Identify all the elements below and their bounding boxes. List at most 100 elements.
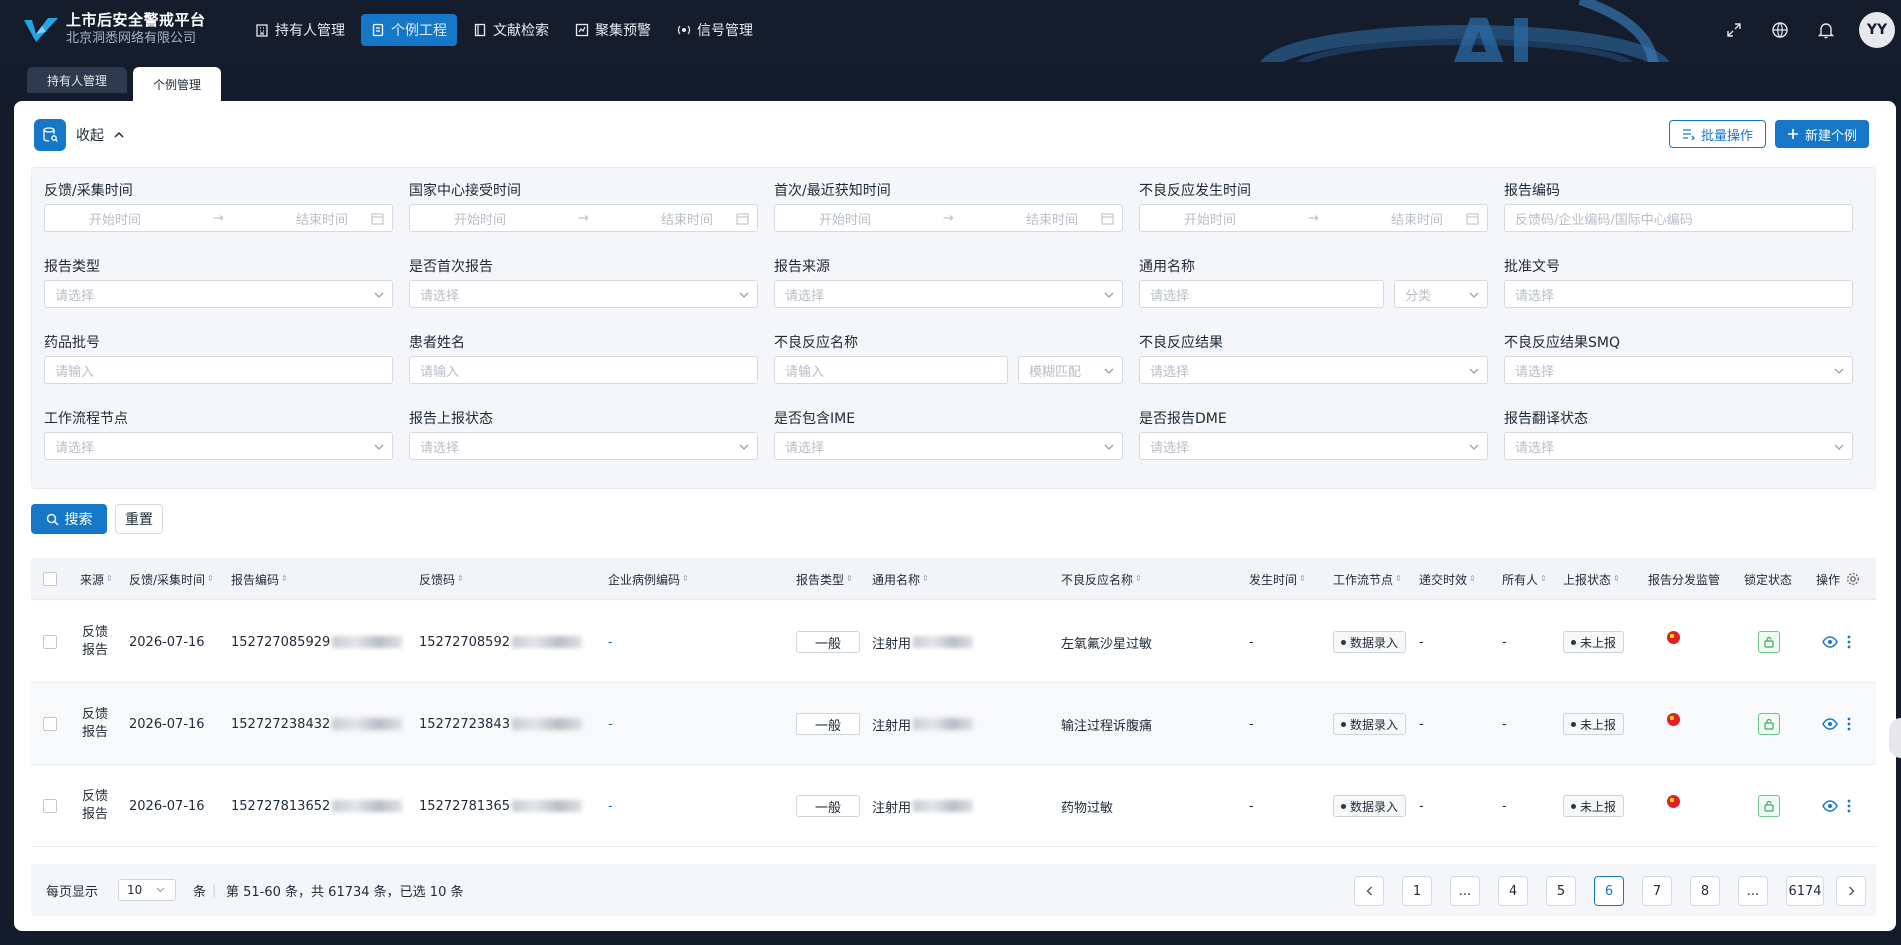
match-mode-select[interactable]: 模糊匹配 <box>1018 356 1123 384</box>
row-checkbox[interactable] <box>43 683 57 765</box>
report-status-select[interactable]: 请选择 <box>409 432 758 460</box>
report-code-input[interactable]: 反馈码/企业编码/国际中心编码 <box>1504 204 1853 232</box>
page-button[interactable]: 7 <box>1642 876 1672 906</box>
report-type-select[interactable]: 请选择 <box>44 280 393 308</box>
col-timeliness[interactable]: 递交时效 ⇕ <box>1419 558 1476 600</box>
bell-icon[interactable] <box>1813 17 1839 43</box>
filter-label: 不良反应结果SMQ <box>1504 335 1620 351</box>
table-row[interactable]: 反馈报告 2026-07-16 152727813652 15272781365 - 一般… <box>31 765 1876 847</box>
col-owner[interactable]: 所有人 ⇕ <box>1502 558 1547 600</box>
page-button[interactable]: 5 <box>1546 876 1576 906</box>
nav-item-cluster-alert[interactable]: 聚集预警 <box>565 14 661 46</box>
page-button[interactable]: 8 <box>1690 876 1720 906</box>
patient-name-input[interactable]: 请输入 <box>409 356 758 384</box>
table-row[interactable]: 反馈报告 2026-07-16 152727238432 15272723843 - 一般… <box>31 683 1876 765</box>
unlock-icon[interactable] <box>1758 713 1780 735</box>
filter-contains-ime: 是否包含IME 请选择 <box>774 408 1123 460</box>
fullscreen-icon[interactable] <box>1721 17 1747 43</box>
date-range-input[interactable]: 开始时间 → 结束时间 <box>44 204 393 232</box>
cell: 一般 <box>796 601 860 683</box>
col-status[interactable]: 上报状态 ⇕ <box>1563 558 1620 600</box>
category-select[interactable]: 分类 <box>1394 280 1488 308</box>
adr-name-input[interactable]: 请输入 <box>774 356 1008 384</box>
nav-item-literature[interactable]: 文献检索 <box>463 14 559 46</box>
page-ellipsis[interactable]: ... <box>1738 876 1768 906</box>
date-range-input[interactable]: 开始时间 → 结束时间 <box>774 204 1123 232</box>
next-page-button[interactable] <box>1836 876 1866 906</box>
contains-ime-select[interactable]: 请选择 <box>774 432 1123 460</box>
col-generic-name[interactable]: 通用名称 ⇕ <box>872 558 929 600</box>
tab-case-management[interactable]: 个例管理 <box>133 67 222 102</box>
cell: - <box>1419 601 1424 683</box>
collapse-toggle[interactable]: 收起 <box>34 119 124 151</box>
nav-item-cases[interactable]: 个例工程 <box>361 14 457 46</box>
globe-icon[interactable] <box>1767 17 1793 43</box>
col-workflow[interactable]: 工作流节点 ⇕ <box>1333 558 1402 600</box>
chevron-down-icon <box>374 292 384 298</box>
adr-result-select[interactable]: 请选择 <box>1139 356 1488 384</box>
col-feedback-code[interactable]: 反馈码 ⇕ <box>419 558 464 600</box>
col-report-type[interactable]: 报告类型 ⇕ <box>796 558 853 600</box>
nav-item-signal[interactable]: 信号管理 <box>667 14 763 46</box>
select-placeholder: 模糊匹配 <box>1029 364 1082 380</box>
unlock-icon[interactable] <box>1758 631 1780 653</box>
workflow-node-select[interactable]: 请选择 <box>44 432 393 460</box>
col-label: 反馈码 <box>419 572 456 587</box>
eye-icon[interactable] <box>1822 718 1838 730</box>
page-button[interactable]: 4 <box>1498 876 1528 906</box>
cell <box>1667 601 1680 683</box>
status-dot <box>1571 721 1576 727</box>
avatar[interactable]: YY <box>1859 12 1895 48</box>
row-checkbox[interactable] <box>43 765 57 847</box>
per-page-select[interactable]: 10 <box>118 879 176 901</box>
new-case-button[interactable]: 新建个例 <box>1775 120 1870 148</box>
reset-button[interactable]: 重置 <box>115 504 163 534</box>
nav-item-holder[interactable]: 持有人管理 <box>245 14 355 46</box>
approval-number-input[interactable]: 请选择 <box>1504 280 1853 308</box>
page-button[interactable]: 6 <box>1594 876 1624 906</box>
col-source[interactable]: 来源 ⇕ <box>80 558 113 600</box>
nav-label: 持有人管理 <box>275 23 345 39</box>
redacted-text <box>332 636 403 648</box>
page-button[interactable]: 6174 <box>1786 876 1824 906</box>
cell-corp[interactable]: - <box>608 635 613 650</box>
prev-page-button[interactable] <box>1354 876 1384 906</box>
more-icon[interactable] <box>1847 717 1851 731</box>
workflow-badge: 数据录入 <box>1333 631 1407 653</box>
cell-corp[interactable]: - <box>608 799 613 814</box>
col-date[interactable]: 反馈/采集时间 ⇕ <box>129 558 214 600</box>
eye-icon[interactable] <box>1822 636 1838 648</box>
date-range-input[interactable]: 开始时间 → 结束时间 <box>409 204 758 232</box>
row-checkbox[interactable] <box>43 601 57 683</box>
filter-patient-name: 患者姓名 请输入 <box>409 332 758 384</box>
more-icon[interactable] <box>1847 635 1851 649</box>
page-button[interactable]: 1 <box>1402 876 1432 906</box>
col-occur-time[interactable]: 发生时间 ⇕ <box>1249 558 1306 600</box>
generic-name-input[interactable]: 请选择 <box>1139 280 1384 308</box>
cell: 152727238432 <box>231 683 403 765</box>
adr-smq-select[interactable]: 请选择 <box>1504 356 1853 384</box>
cell-corp[interactable]: - <box>608 717 613 732</box>
eye-icon[interactable] <box>1822 800 1838 812</box>
more-icon[interactable] <box>1847 799 1851 813</box>
first-report-select[interactable]: 请选择 <box>409 280 758 308</box>
settings-icon[interactable] <box>1846 572 1860 586</box>
page-ellipsis[interactable]: ... <box>1450 876 1480 906</box>
unlock-icon[interactable] <box>1758 795 1780 817</box>
date-range-input[interactable]: 开始时间 → 结束时间 <box>1139 204 1488 232</box>
side-handle[interactable] <box>1889 718 1901 758</box>
col-adr-name[interactable]: 不良反应名称 ⇕ <box>1061 558 1142 600</box>
cell-source: 反馈报告 <box>81 707 108 740</box>
report-source-select[interactable]: 请选择 <box>774 280 1123 308</box>
translation-status-select[interactable]: 请选择 <box>1504 432 1853 460</box>
col-corp-code[interactable]: 企业病例编码 ⇕ <box>608 558 689 600</box>
report-dme-select[interactable]: 请选择 <box>1139 432 1488 460</box>
tab-holder-management[interactable]: 持有人管理 <box>27 67 128 93</box>
col-report-code[interactable]: 报告编码 ⇕ <box>231 558 288 600</box>
table-row[interactable]: 反馈报告 2026-07-16 152727085929 15272708592 - 一般… <box>31 601 1876 683</box>
select-all-checkbox[interactable] <box>43 558 57 600</box>
batch-number-input[interactable]: 请输入 <box>44 356 393 384</box>
search-button[interactable]: 搜索 <box>31 504 107 534</box>
cell <box>1758 765 1780 847</box>
batch-operation-button[interactable]: 批量操作 <box>1669 120 1767 148</box>
